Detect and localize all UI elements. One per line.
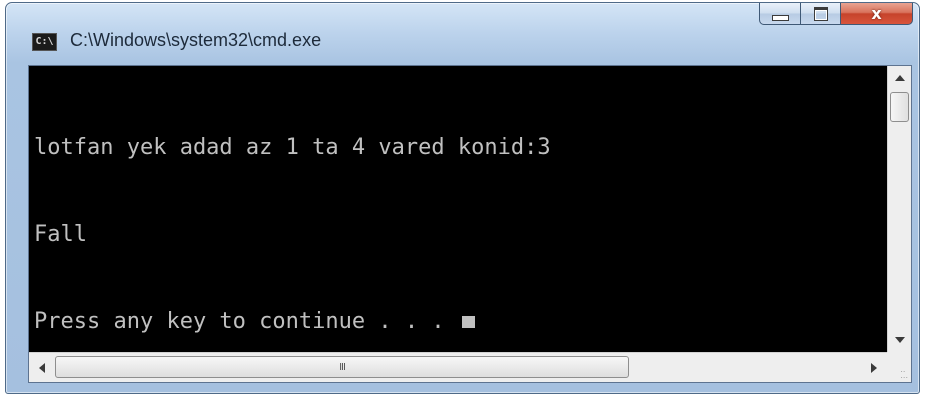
minimize-icon [771, 14, 789, 21]
cmd-app-icon[interactable]: C:\ [32, 33, 57, 51]
close-button[interactable]: x [841, 3, 913, 25]
app-icon-label: C:\ [35, 36, 54, 47]
console-client-area: lotfan yek adad az 1 ta 4 vared konid:3 … [28, 65, 912, 383]
vertical-scrollbar[interactable] [887, 66, 911, 352]
close-icon: x [871, 3, 882, 23]
scroll-down-button[interactable] [888, 328, 911, 352]
horizontal-scrollbar[interactable]: III [29, 352, 887, 382]
resize-grip-icon: ..... [900, 365, 908, 380]
console-output[interactable]: lotfan yek adad az 1 ta 4 vared konid:3 … [29, 66, 887, 352]
window-title: C:\Windows\system32\cmd.exe [70, 30, 322, 50]
maximize-button[interactable] [801, 3, 841, 25]
console-line: Press any key to continue . . . [34, 309, 458, 334]
arrow-up-icon [894, 75, 905, 81]
scroll-right-button[interactable] [861, 353, 887, 382]
scroll-up-button[interactable] [888, 66, 911, 90]
title-bar[interactable]: C:\ C:\Windows\system32\cmd.exe x [6, 3, 919, 65]
horizontal-scroll-thumb[interactable]: III [55, 356, 629, 378]
arrow-left-icon [39, 362, 45, 373]
arrow-right-icon [871, 362, 877, 373]
console-window[interactable]: C:\ C:\Windows\system32\cmd.exe x lotfan… [5, 2, 920, 394]
console-line: Fall [34, 222, 87, 247]
vertical-scroll-thumb[interactable] [890, 92, 909, 122]
resize-grip[interactable]: ..... [887, 352, 911, 382]
scroll-left-button[interactable] [29, 353, 55, 382]
console-line: lotfan yek adad az 1 ta 4 vared konid:3 [34, 135, 551, 160]
maximize-icon [813, 6, 828, 21]
caption-buttons: x [759, 3, 913, 25]
console-line-prompt: Press any key to continue . . . [34, 307, 887, 336]
minimize-button[interactable] [759, 3, 801, 25]
text-cursor [461, 316, 475, 328]
grip-icon: III [339, 361, 346, 373]
arrow-down-icon [894, 337, 905, 343]
